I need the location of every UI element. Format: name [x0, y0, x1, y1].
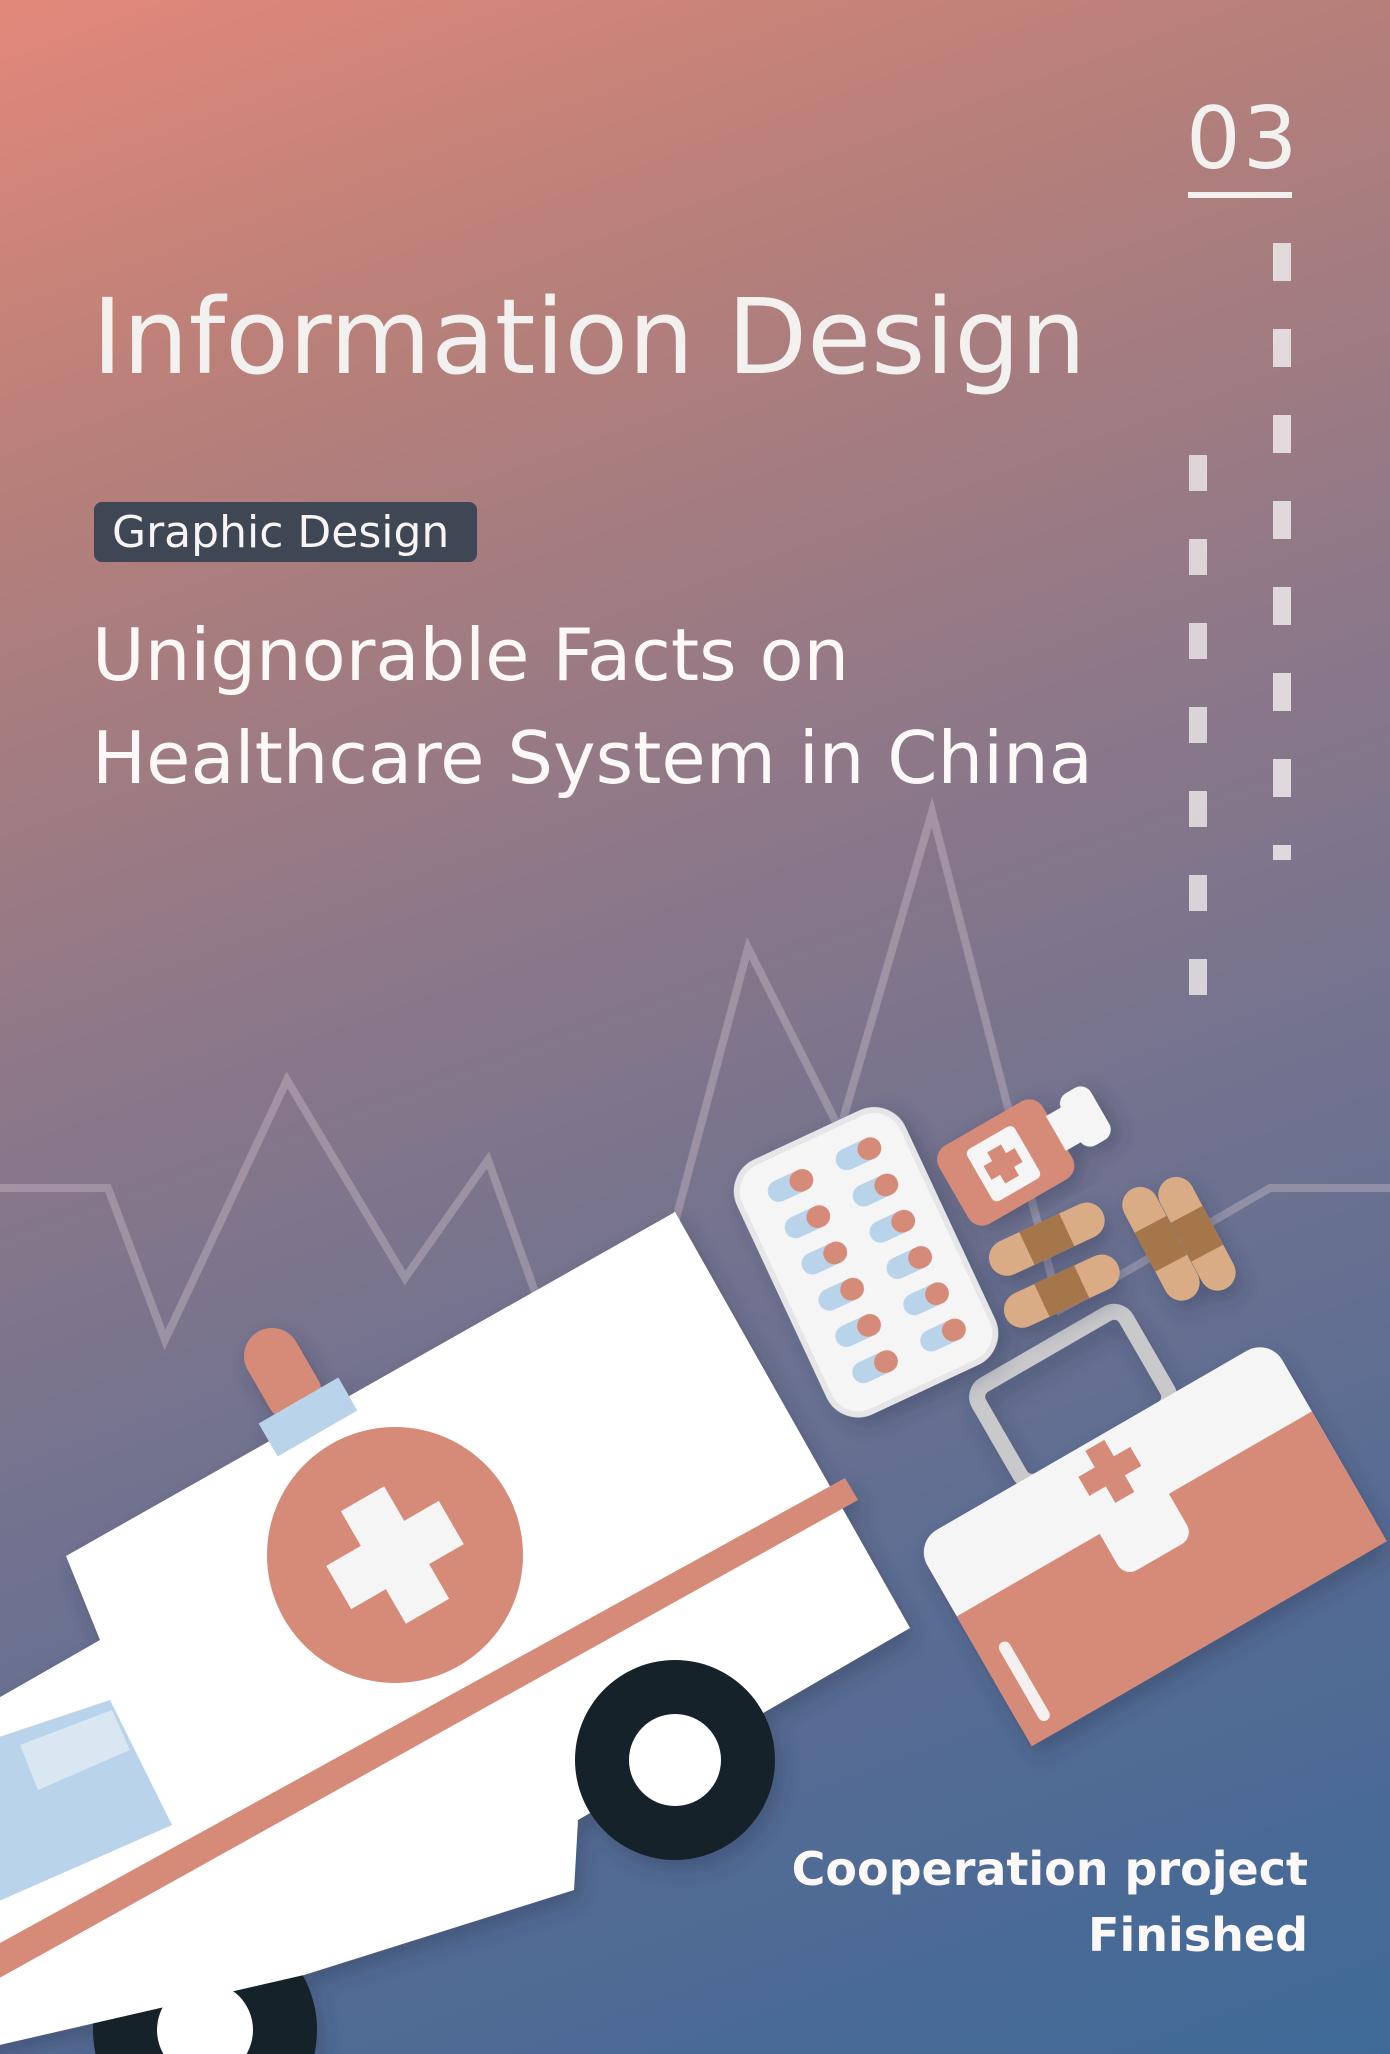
page-title: Information Design	[92, 276, 1087, 398]
project-subtitle: Unignorable Facts on Healthcare System i…	[92, 604, 1192, 810]
category-tag: Graphic Design	[94, 502, 478, 562]
subtitle-line-1: Unignorable Facts on	[92, 613, 850, 697]
footer-project-type: Cooperation project	[791, 1842, 1308, 1896]
category-tag-label: Graphic Design	[112, 506, 450, 558]
subtitle-line-2: Healthcare System in China	[92, 716, 1093, 800]
medicine-box-illustration	[923, 1303, 1387, 1747]
ambulance-illustration	[0, 1212, 910, 2054]
footer-status: Finished	[1088, 1908, 1308, 1962]
page-number-underline	[1188, 192, 1292, 198]
page-number: 03	[1186, 89, 1300, 189]
